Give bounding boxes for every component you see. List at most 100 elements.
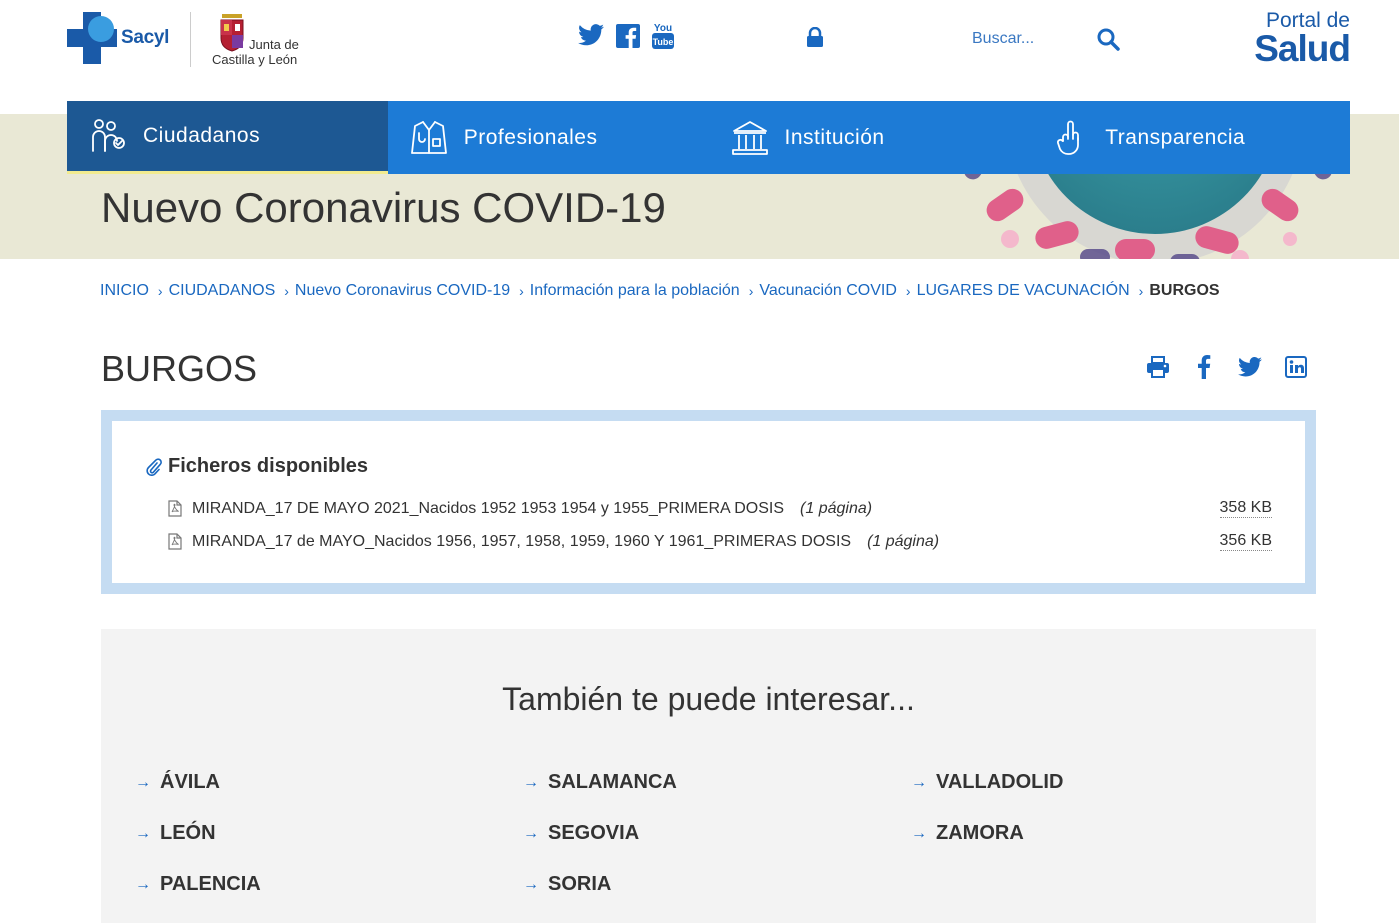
nav-label: Transparencia — [1105, 125, 1246, 149]
files-panel-inner: Ficheros disponibles MIRANDA_17 DE MAYO … — [112, 421, 1305, 583]
search-icon — [1097, 28, 1120, 51]
coat-of-arms-icon — [220, 14, 244, 52]
arrow-right-icon: → — [135, 824, 151, 842]
breadcrumb-item-inicio[interactable]: INICIO — [100, 282, 149, 300]
breadcrumb-separator-icon: › — [284, 283, 289, 299]
pdf-file-icon — [168, 500, 182, 517]
junta-logo[interactable]: Junta de Castilla y León — [212, 12, 312, 68]
svg-text:You: You — [654, 23, 672, 34]
breadcrumb-separator-icon: › — [1138, 283, 1144, 299]
related-link-label: LEÓN — [160, 822, 216, 844]
breadcrumb-current: BURGOS — [1149, 282, 1220, 299]
nav-item-profesionales[interactable]: Profesionales — [388, 101, 709, 174]
search-button[interactable] — [1094, 26, 1122, 54]
facebook-icon — [616, 24, 640, 48]
related-link-label: SEGOVIA — [548, 822, 640, 844]
lock-icon — [807, 26, 823, 47]
breadcrumb-item-coronavirus[interactable]: Nuevo Coronavirus COVID-19 — [295, 282, 510, 300]
people-icon — [89, 117, 127, 155]
main-nav: Ciudadanos Profesionales Institución Tra… — [67, 101, 1350, 174]
arrow-right-icon: → — [523, 824, 539, 842]
twitter-icon — [1238, 357, 1262, 377]
facebook-icon — [1198, 355, 1211, 379]
nav-label: Ciudadanos — [143, 124, 261, 147]
paperclip-icon — [146, 457, 162, 476]
print-button[interactable] — [1146, 354, 1170, 380]
related-link-label: VALLADOLID — [936, 771, 1064, 793]
files-heading-text: Ficheros disponibles — [168, 455, 369, 477]
nav-item-ciudadanos[interactable]: Ciudadanos — [67, 101, 388, 174]
institution-icon — [731, 119, 769, 157]
related-link-palencia[interactable]: → PALENCIA — [135, 873, 261, 896]
twitter-link[interactable] — [578, 24, 604, 46]
file-name: MIRANDA_17 de MAYO_Nacidos 1956, 1957, 1… — [192, 532, 852, 550]
file-size: 358 KB — [1219, 499, 1272, 518]
banner-title: Nuevo Coronavirus COVID-19 — [101, 184, 666, 231]
sacyl-cross-icon — [67, 12, 117, 64]
breadcrumb-separator-icon: › — [748, 283, 754, 299]
share-toolbar — [1146, 354, 1330, 380]
junta-text-line1: Junta de — [249, 37, 299, 52]
youtube-link[interactable]: You Tube — [651, 20, 675, 50]
breadcrumb-separator-icon: › — [157, 283, 163, 299]
breadcrumb: INICIO › CIUDADANOS › Nuevo Coronavirus … — [100, 282, 1220, 300]
breadcrumb-separator-icon: › — [519, 283, 524, 299]
youtube-icon: You Tube — [652, 23, 674, 49]
related-link-soria[interactable]: → SORIA — [523, 873, 611, 896]
related-link-label: PALENCIA — [160, 873, 261, 895]
arrow-right-icon: → — [135, 773, 151, 791]
share-twitter-button[interactable] — [1238, 354, 1262, 380]
arrow-right-icon: → — [911, 824, 927, 842]
arrow-right-icon: → — [135, 875, 151, 893]
login-link[interactable] — [806, 26, 824, 52]
related-link-valladolid[interactable]: → VALLADOLID — [911, 771, 1063, 794]
related-link-label: SALAMANCA — [548, 771, 677, 793]
share-linkedin-button[interactable] — [1284, 354, 1308, 380]
file-size: 356 KB — [1219, 532, 1272, 551]
linkedin-icon — [1285, 356, 1307, 378]
sacyl-text: Sacyl — [121, 27, 170, 48]
related-title: También te puede interesar... — [502, 681, 915, 717]
arrow-right-icon: → — [911, 773, 927, 791]
breadcrumb-item-vacunacion[interactable]: Vacunación COVID — [759, 282, 897, 300]
related-link-salamanca[interactable]: → SALAMANCA — [523, 771, 677, 794]
svg-text:Tube: Tube — [653, 37, 674, 47]
nav-item-institucion[interactable]: Institución — [709, 101, 1030, 174]
logo-divider — [190, 12, 191, 67]
pdf-file-icon — [168, 533, 182, 550]
files-panel: Ficheros disponibles MIRANDA_17 DE MAYO … — [101, 410, 1316, 594]
related-link-leon[interactable]: → LEÓN — [135, 822, 216, 845]
file-name: MIRANDA_17 DE MAYO 2021_Nacidos 1952 195… — [192, 499, 785, 517]
search-input[interactable] — [970, 25, 1084, 53]
nav-label: Profesionales — [463, 125, 598, 149]
sacyl-logo[interactable]: Sacyl — [67, 12, 169, 64]
facebook-link[interactable] — [616, 24, 640, 48]
related-link-label: ZAMORA — [936, 822, 1024, 844]
share-facebook-button[interactable] — [1192, 354, 1216, 380]
files-heading: Ficheros disponibles — [146, 455, 368, 478]
nav-item-transparencia[interactable]: Transparencia — [1029, 101, 1350, 174]
related-link-segovia[interactable]: → SEGOVIA — [523, 822, 639, 845]
file-item[interactable]: MIRANDA_17 de MAYO_Nacidos 1956, 1957, 1… — [168, 532, 1272, 551]
arrow-right-icon: → — [523, 875, 539, 893]
site-header: Sacyl Junta de Castilla y León You Tube — [0, 0, 1399, 100]
related-link-label: ÁVILA — [160, 771, 220, 793]
arrow-right-icon: → — [523, 773, 539, 791]
breadcrumb-item-lugares[interactable]: LUGARES DE VACUNACIÓN — [917, 282, 1130, 300]
hand-icon — [1051, 119, 1089, 157]
junta-text-line2: Castilla y León — [212, 52, 298, 67]
breadcrumb-item-informacion[interactable]: Información para la población — [530, 282, 740, 300]
related-link-zamora[interactable]: → ZAMORA — [911, 822, 1024, 845]
related-link-label: SORIA — [548, 873, 612, 895]
doctor-coat-icon — [410, 119, 448, 157]
print-icon — [1147, 356, 1169, 378]
related-section: También te puede interesar... → ÁVILA → … — [101, 629, 1316, 923]
file-pages: (1 página) — [800, 499, 873, 517]
portal-de-salud-logo[interactable]: Portal de Salud — [1250, 10, 1351, 69]
file-item[interactable]: MIRANDA_17 DE MAYO 2021_Nacidos 1952 195… — [168, 499, 1272, 518]
breadcrumb-separator-icon: › — [905, 283, 911, 299]
nav-label: Institución — [784, 125, 885, 149]
portal-logo-line2: Salud — [1254, 28, 1351, 69]
breadcrumb-item-ciudadanos[interactable]: CIUDADANOS — [169, 282, 276, 300]
related-link-avila[interactable]: → ÁVILA — [135, 771, 220, 794]
